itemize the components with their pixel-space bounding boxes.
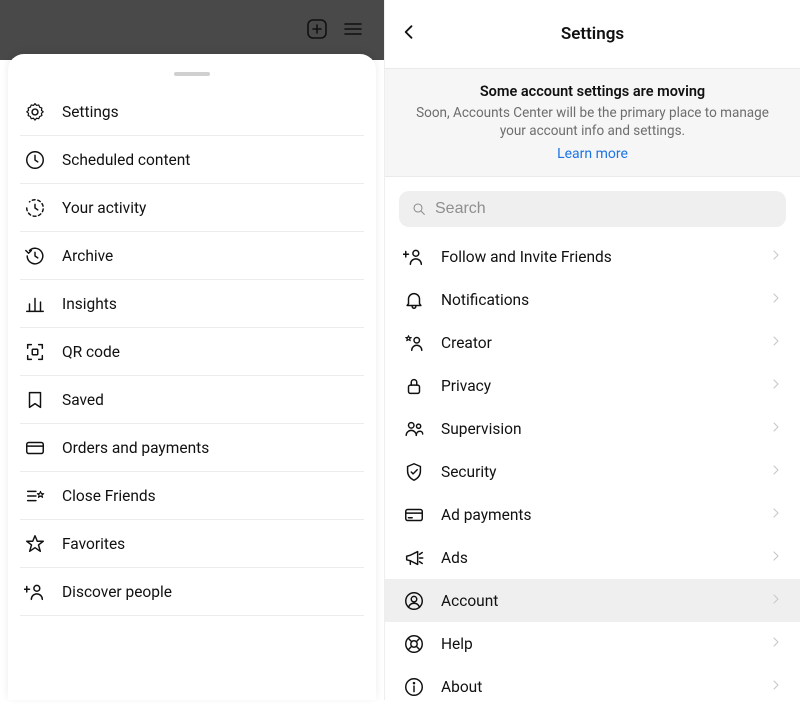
banner-title: Some account settings are moving [405,83,780,100]
people-icon [401,416,427,442]
qr-code-icon [20,337,50,367]
banner-body: Soon, Accounts Center will be the primar… [405,104,780,140]
settings-header: Settings [385,0,800,68]
menu-item-discover-people[interactable]: Discover people [20,568,364,616]
settings-item-ads[interactable]: Ads [385,536,800,579]
menu-item-favorites[interactable]: Favorites [20,520,364,568]
search-container [385,177,800,235]
menu-label: Saved [62,391,104,409]
chevron-right-icon [768,247,784,267]
bell-icon [401,287,427,313]
settings-item-security[interactable]: Security [385,450,800,493]
search-icon [411,201,427,217]
archive-icon [20,241,50,271]
banner-learn-more-link[interactable]: Learn more [405,146,780,162]
new-post-button[interactable] [304,16,330,42]
chevron-right-icon [768,591,784,611]
star-person-icon [401,330,427,356]
megaphone-icon [401,545,427,571]
add-person-icon [20,577,50,607]
menu-item-close-friends[interactable]: Close Friends [20,472,364,520]
bookmark-icon [20,385,50,415]
chevron-right-icon [768,677,784,697]
chevron-right-icon [768,548,784,568]
menu-sheet: Settings Scheduled content Your activity [8,54,376,700]
menu-label: QR code [62,343,120,361]
search-input[interactable] [435,200,774,218]
settings-item-notifications[interactable]: Notifications [385,278,800,321]
menu-label: Orders and payments [62,439,209,457]
settings-label: Creator [441,334,768,352]
menu-label: Favorites [62,535,125,553]
left-top-bar [0,0,384,60]
menu-item-your-activity[interactable]: Your activity [20,184,364,232]
menu-item-settings[interactable]: Settings [20,88,364,136]
settings-item-help[interactable]: Help [385,622,800,665]
chevron-right-icon [768,634,784,654]
settings-label: Notifications [441,291,768,309]
settings-label: Follow and Invite Friends [441,248,768,266]
menu-label: Archive [62,247,113,265]
shield-icon [401,459,427,485]
profile-menu-pane: Settings Scheduled content Your activity [0,0,384,700]
credit-card-icon [20,433,50,463]
settings-list: Follow and Invite Friends Notifications … [385,235,800,708]
chevron-right-icon [768,376,784,396]
gear-icon [20,97,50,127]
settings-label: Ads [441,549,768,567]
bar-chart-icon [20,289,50,319]
chevron-right-icon [768,290,784,310]
settings-item-supervision[interactable]: Supervision [385,407,800,450]
settings-item-creator[interactable]: Creator [385,321,800,364]
menu-list: Settings Scheduled content Your activity [8,88,376,616]
info-icon [401,674,427,700]
accounts-center-banner: Some account settings are moving Soon, A… [385,68,800,177]
chevron-right-icon [768,333,784,353]
hamburger-menu-button[interactable] [340,16,366,42]
settings-pane: Settings Some account settings are movin… [384,0,800,700]
settings-item-privacy[interactable]: Privacy [385,364,800,407]
menu-label: Insights [62,295,117,313]
close-friends-icon [20,481,50,511]
chevron-right-icon [768,462,784,482]
help-icon [401,631,427,657]
menu-label: Discover people [62,583,172,601]
settings-label: Ad payments [441,506,768,524]
chevron-right-icon [768,505,784,525]
menu-item-qr-code[interactable]: QR code [20,328,364,376]
clock-icon [20,145,50,175]
sheet-grabber[interactable] [174,72,210,76]
settings-label: Security [441,463,768,481]
menu-item-orders-payments[interactable]: Orders and payments [20,424,364,472]
account-icon [401,588,427,614]
lock-icon [401,373,427,399]
settings-item-account[interactable]: Account [385,579,800,622]
settings-item-follow-invite[interactable]: Follow and Invite Friends [385,235,800,278]
settings-label: About [441,678,768,696]
menu-item-archive[interactable]: Archive [20,232,364,280]
chevron-right-icon [768,419,784,439]
settings-label: Privacy [441,377,768,395]
menu-label: Settings [62,103,119,121]
search-box[interactable] [399,191,786,227]
settings-item-about[interactable]: About [385,665,800,708]
menu-label: Scheduled content [62,151,190,169]
settings-item-ad-payments[interactable]: Ad payments [385,493,800,536]
add-person-icon [401,244,427,270]
activity-icon [20,193,50,223]
credit-card-icon [401,502,427,528]
menu-item-saved[interactable]: Saved [20,376,364,424]
menu-label: Close Friends [62,487,156,505]
settings-label: Supervision [441,420,768,438]
menu-label: Your activity [62,199,146,217]
back-button[interactable] [399,22,421,44]
menu-item-scheduled-content[interactable]: Scheduled content [20,136,364,184]
star-icon [20,529,50,559]
settings-label: Account [441,592,768,610]
page-title: Settings [561,24,624,44]
menu-item-insights[interactable]: Insights [20,280,364,328]
settings-label: Help [441,635,768,653]
